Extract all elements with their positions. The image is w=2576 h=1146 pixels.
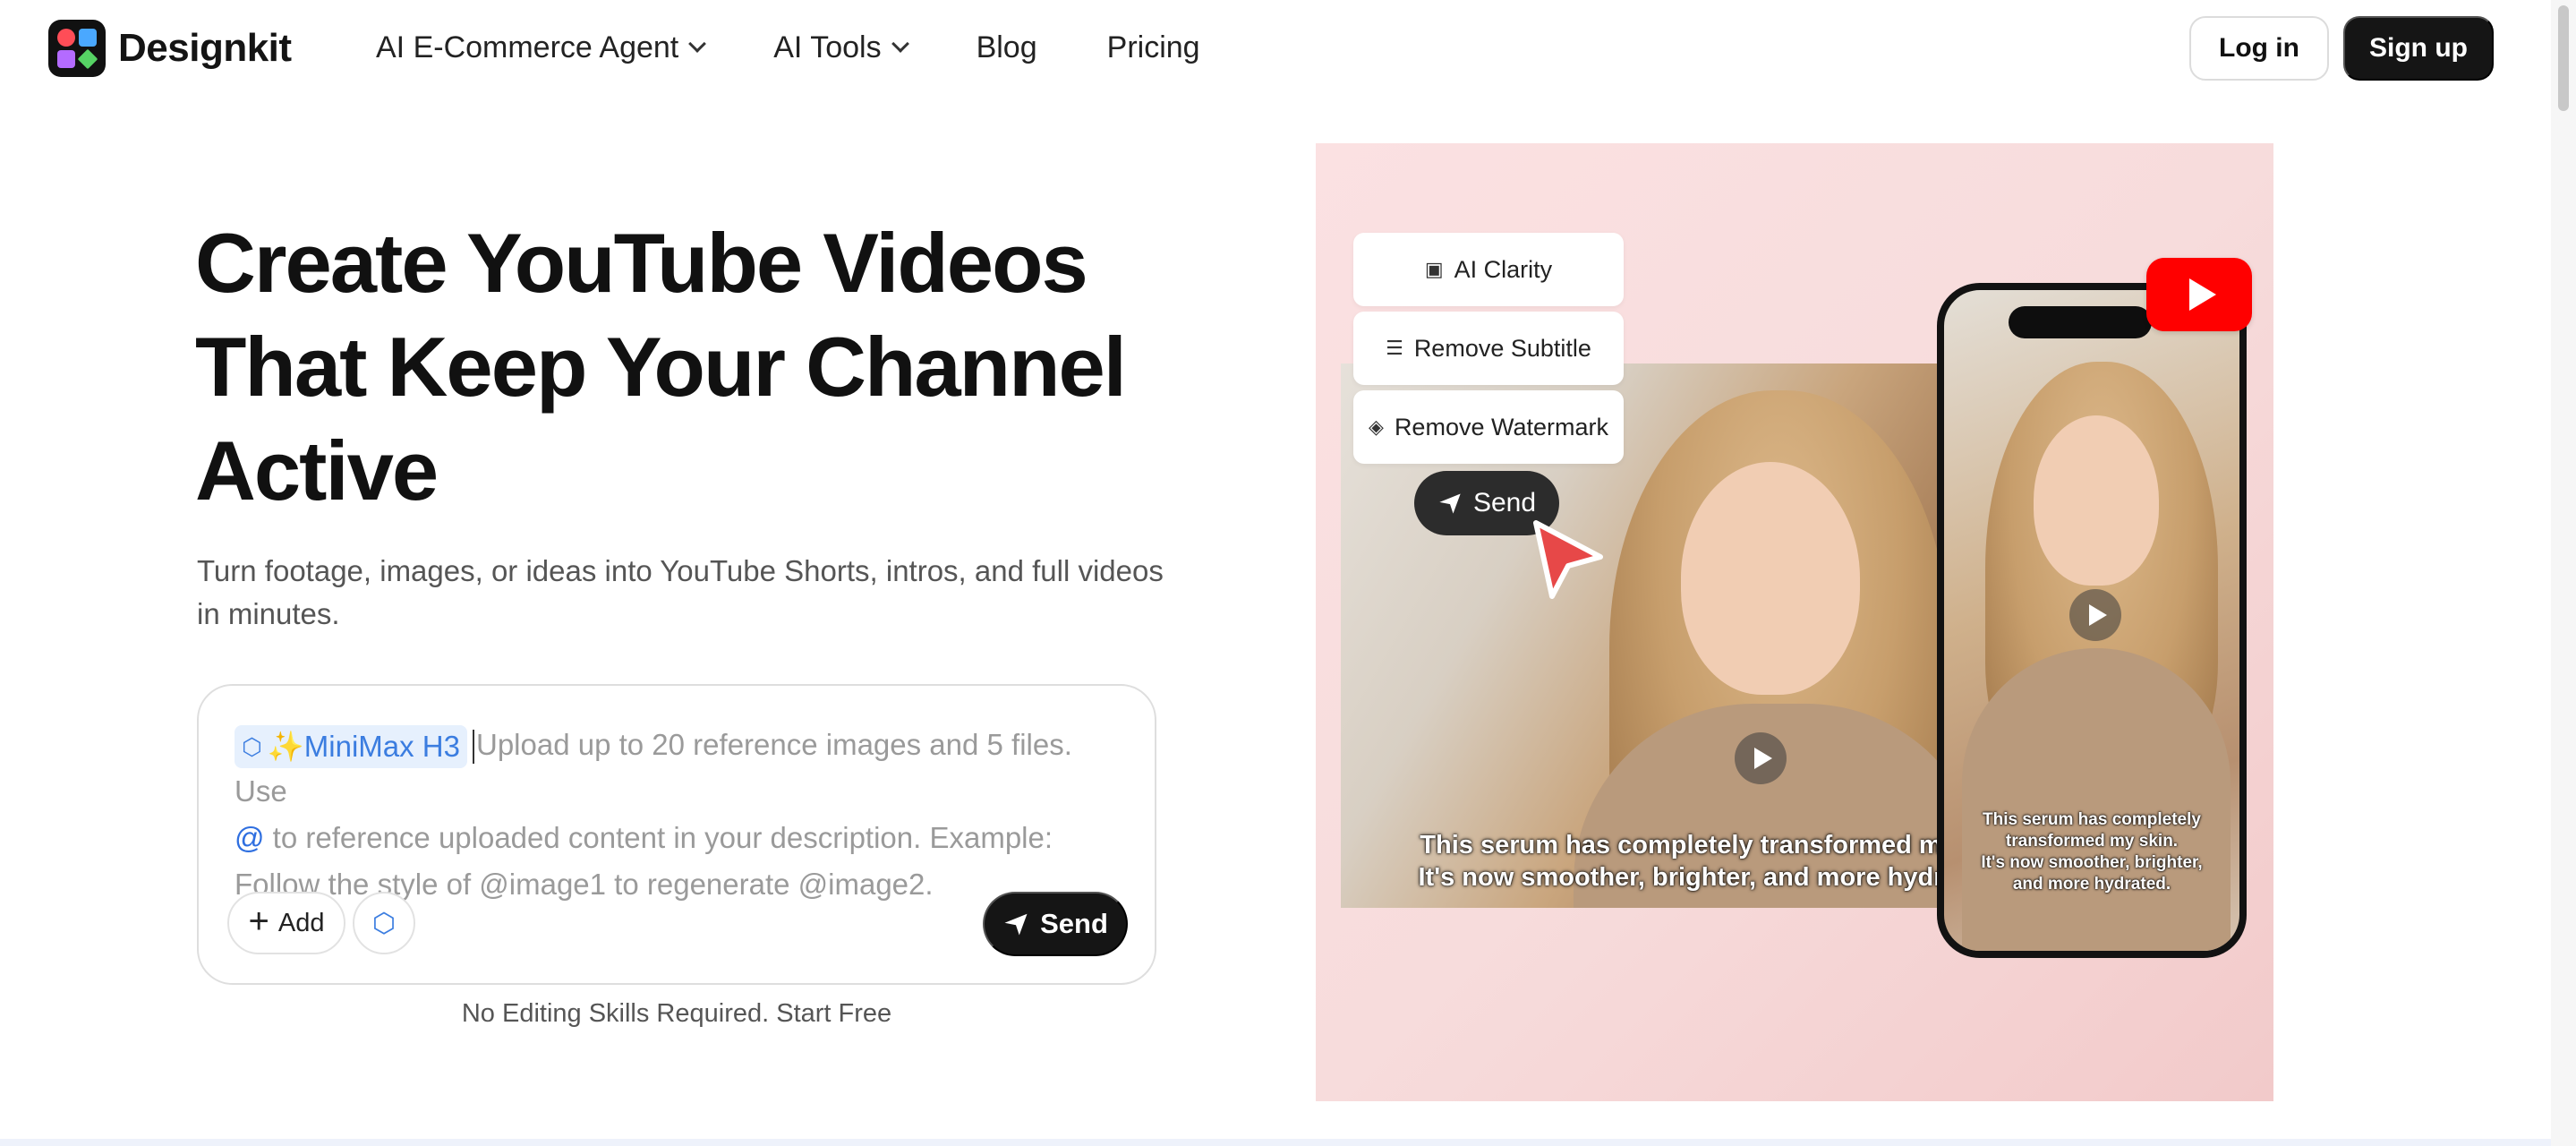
- layers-icon: ◈: [1369, 415, 1384, 438]
- video-subtitles: This serum has completely transformed m …: [1403, 829, 1958, 894]
- page-scrollbar[interactable]: [2551, 0, 2576, 1146]
- brand-name: Designkit: [118, 26, 292, 70]
- section-divider: [0, 1139, 2551, 1146]
- play-icon[interactable]: [2069, 589, 2121, 641]
- prompt-input[interactable]: ⬡ ✨MiniMax H3 Upload up to 20 reference …: [235, 722, 1130, 908]
- presenter-image: [1681, 462, 1860, 695]
- nav-item-ecommerce-agent[interactable]: AI E-Commerce Agent: [376, 25, 707, 70]
- main-menu: AI E-Commerce Agent AI Tools Blog Pricin…: [376, 25, 1270, 70]
- play-icon[interactable]: [1735, 732, 1787, 784]
- signup-button[interactable]: Sign up: [2343, 16, 2494, 81]
- subtitle-line: This serum has completely transformed m: [1420, 831, 1942, 860]
- cube-icon: ⬡: [242, 733, 262, 761]
- send-button[interactable]: Send: [983, 892, 1128, 956]
- hero-note: No Editing Skills Required. Start Free: [461, 999, 892, 1028]
- nav-item-pricing[interactable]: Pricing: [1107, 25, 1200, 70]
- tool-remove-subtitle[interactable]: ☰ Remove Subtitle: [1353, 312, 1624, 385]
- phone-mockup[interactable]: This serum has completely transformed my…: [1937, 283, 2247, 958]
- hero-title-line: Create YouTube Videos: [195, 216, 1088, 310]
- tool-label: AI Clarity: [1454, 255, 1553, 283]
- nav-item-ai-tools[interactable]: AI Tools: [773, 25, 909, 70]
- tool-remove-watermark[interactable]: ◈ Remove Watermark: [1353, 390, 1624, 464]
- send-button-label: Send: [1040, 908, 1108, 939]
- top-nav: Designkit AI E-Commerce Agent AI Tools B…: [0, 0, 2551, 98]
- subtitle-line: It's now smoother, brighter,: [1981, 853, 2203, 872]
- subtitle-line: It's now smoother, brighter, and more hy…: [1418, 863, 1944, 892]
- hero-title: Create YouTube Videos That Keep Your Cha…: [195, 211, 1180, 523]
- plus-icon: +: [248, 902, 269, 941]
- cube-icon: ⬡: [371, 908, 397, 938]
- subtitle-line: This serum has completely: [1983, 810, 2201, 829]
- model-select-button[interactable]: ⬡: [353, 892, 415, 954]
- dynamic-island: [2009, 306, 2152, 338]
- model-chip[interactable]: ⬡ ✨MiniMax H3: [235, 725, 467, 769]
- add-button[interactable]: + Add: [227, 892, 345, 954]
- nav-item-label: Blog: [976, 30, 1037, 64]
- chevron-down-icon: [891, 35, 909, 53]
- presenter-image: [2034, 415, 2159, 586]
- nav-item-blog[interactable]: Blog: [977, 25, 1037, 70]
- hero-media: This serum has completely transformed m …: [1316, 143, 2273, 1101]
- tool-ai-clarity[interactable]: ▣ AI Clarity: [1353, 233, 1624, 306]
- brand-logo[interactable]: Designkit: [48, 20, 292, 77]
- chevron-down-icon: [688, 35, 707, 53]
- youtube-logo-icon: [2146, 258, 2252, 331]
- phone-subtitles: This serum has completely transformed my…: [1962, 809, 2222, 895]
- logo-icon: [48, 20, 106, 77]
- text-caret: [473, 730, 474, 765]
- prompt-box: ⬡ ✨MiniMax H3 Upload up to 20 reference …: [197, 684, 1156, 985]
- send-chip-label: Send: [1472, 488, 1537, 517]
- tool-label: Remove Subtitle: [1413, 334, 1591, 362]
- nav-item-label: Pricing: [1106, 30, 1200, 64]
- at-mention-symbol: @: [235, 821, 265, 855]
- hd-icon: ▣: [1424, 258, 1444, 280]
- nav-item-label: AI Tools: [773, 30, 882, 64]
- paper-plane-icon: [1439, 493, 1461, 514]
- scrollbar-thumb[interactable]: [2558, 5, 2569, 111]
- model-chip-label: ✨MiniMax H3: [267, 730, 460, 764]
- nav-item-label: AI E-Commerce Agent: [376, 30, 679, 64]
- add-button-label: Add: [277, 908, 325, 937]
- login-button[interactable]: Log in: [2189, 16, 2329, 81]
- presenter-image: [1962, 648, 2231, 951]
- sliders-icon: ☰: [1386, 337, 1403, 359]
- pointer-cursor-icon: [1533, 520, 1603, 599]
- prompt-placeholder: to reference uploaded content in your de…: [235, 821, 1053, 902]
- paper-plane-icon: [1004, 913, 1028, 936]
- hero-title-line: That Keep Your Channel: [195, 320, 1127, 414]
- hero-title-line: Active: [195, 423, 439, 517]
- subtitle-line: and more hydrated.: [2012, 875, 2171, 894]
- hero-subtitle: Turn footage, images, or ideas into YouT…: [197, 554, 1164, 630]
- subtitle-line: transformed my skin.: [2005, 832, 2179, 851]
- tool-label: Remove Watermark: [1394, 413, 1608, 440]
